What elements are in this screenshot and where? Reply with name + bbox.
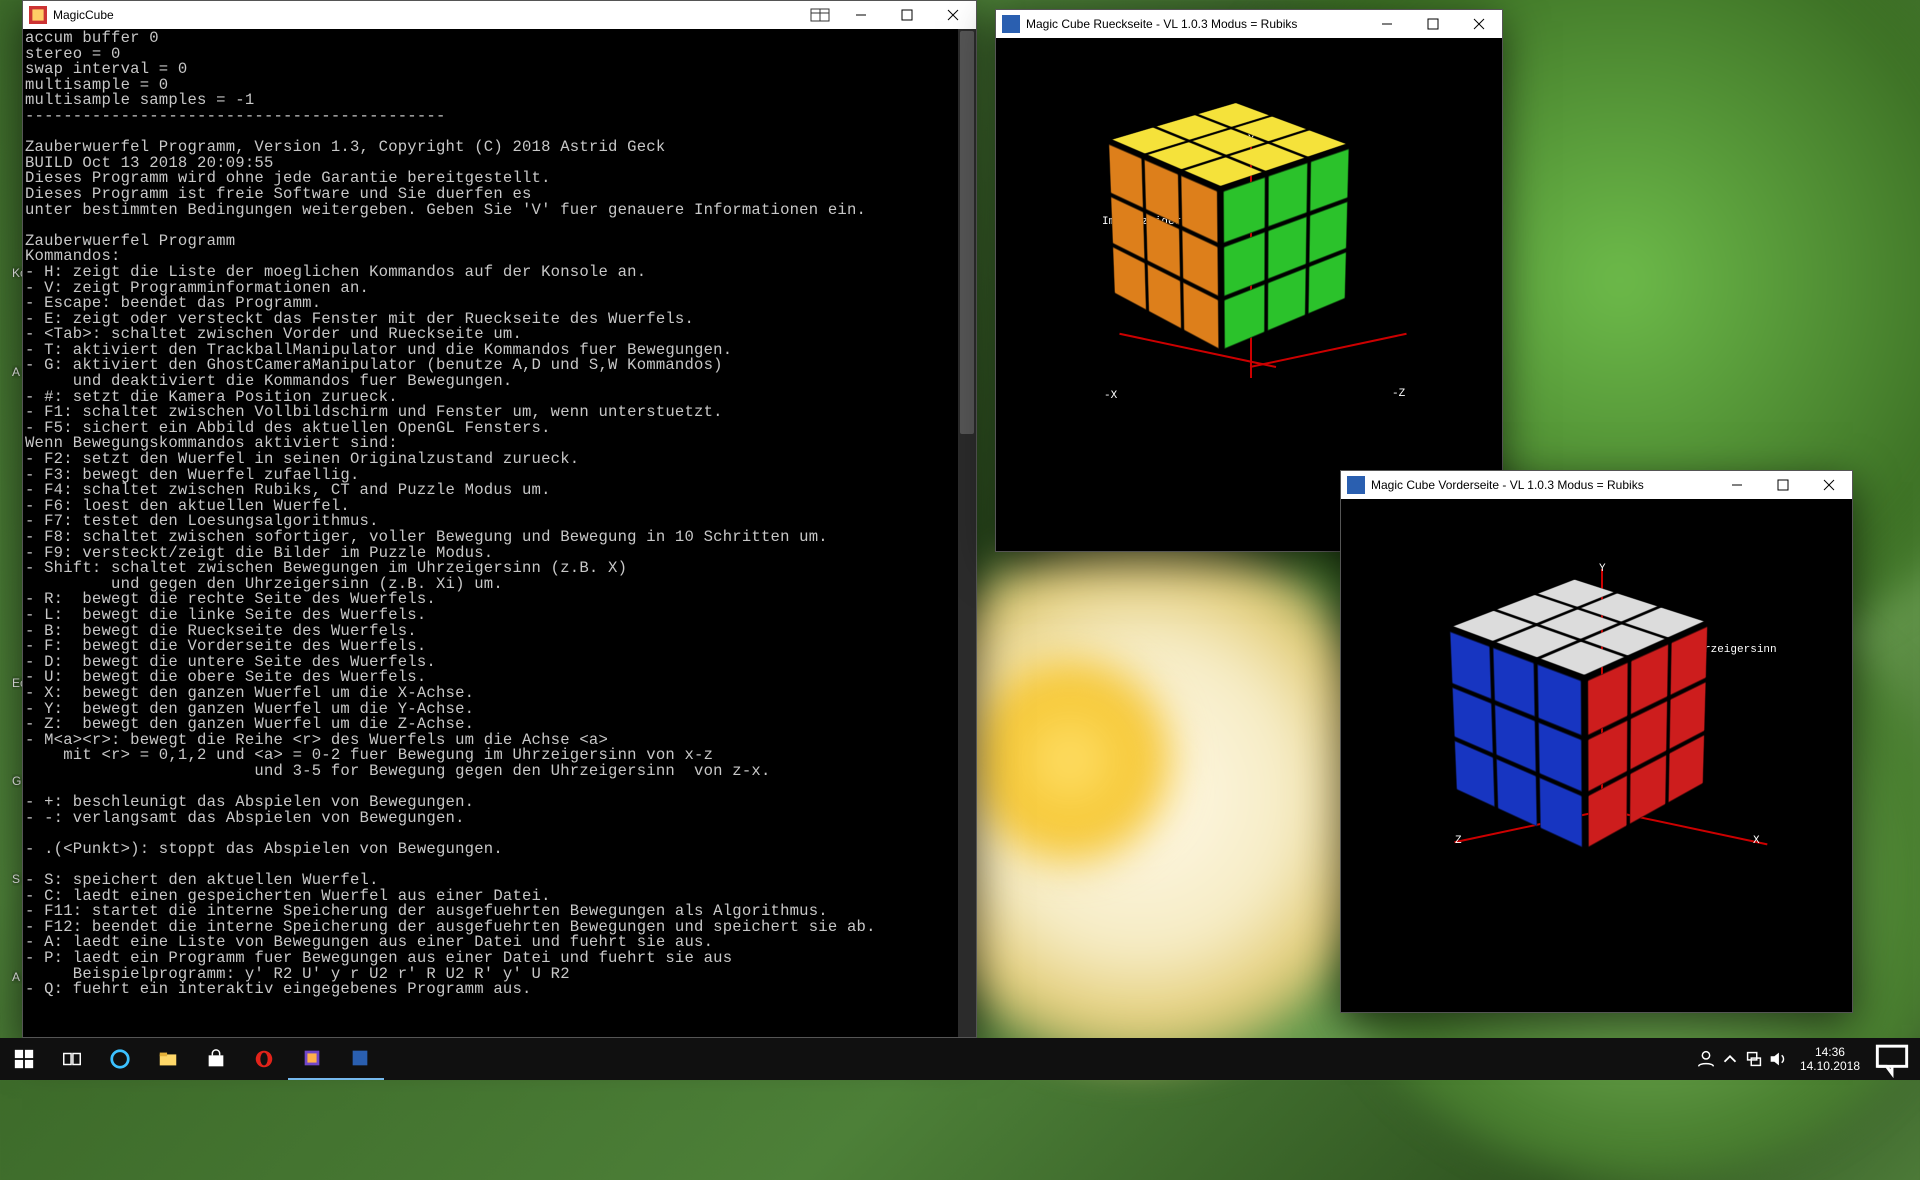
desktop-icon-label: A [12,970,22,984]
maximize-button[interactable] [1410,10,1456,38]
close-button[interactable] [1806,471,1852,499]
app-icon [1347,476,1365,494]
desktop-icon-label: Ko [12,266,22,280]
tray-volume-icon[interactable] [1766,1038,1790,1080]
axis-y-label: Y [1599,563,1606,575]
back-titlebar[interactable]: Magic Cube Rueckseite - VL 1.0.3 Modus =… [996,10,1502,38]
axis-z-label: Z [1455,835,1462,847]
console-output: accum buffer 0 stereo = 0 swap interval … [23,29,958,1000]
front-viewport[interactable]: Y X Z Im Uhrzeigersinn [1341,499,1852,1012]
action-center-button[interactable] [1870,1038,1914,1080]
taskbar-clock[interactable]: 14:36 14.10.2018 [1790,1045,1870,1073]
desktop-icon-label: S [12,872,22,886]
app-icon [1002,15,1020,33]
close-button[interactable] [1456,10,1502,38]
axis-x-label: -X [1104,390,1117,402]
minimize-button[interactable] [838,1,884,29]
maximize-button[interactable] [1760,471,1806,499]
cube-sticker [1267,268,1306,331]
taskbar-time: 14:36 [1800,1045,1860,1059]
tray-chevron-up-icon[interactable] [1718,1038,1742,1080]
taskbar-app-viewer[interactable] [336,1038,384,1080]
task-view-button[interactable] [48,1038,96,1080]
window-extra-button[interactable] [802,1,838,29]
taskbar-app-explorer[interactable] [144,1038,192,1080]
front-titlebar[interactable]: Magic Cube Vorderseite - VL 1.0.3 Modus … [1341,471,1852,499]
desktop-icon-label: G [12,774,22,788]
desktop-icon-label: Ecl [12,676,22,690]
close-button[interactable] [930,1,976,29]
axis-z-label: -Z [1392,388,1405,400]
console-window[interactable]: MagicCube accum buffer 0 stereo = 0 swap… [22,0,977,1038]
taskbar-app-edge[interactable] [96,1038,144,1080]
console-titlebar[interactable]: MagicCube [23,1,976,29]
minimize-button[interactable] [1364,10,1410,38]
maximize-button[interactable] [884,1,930,29]
console-title: MagicCube [53,8,114,22]
taskbar-date: 14.10.2018 [1800,1059,1860,1073]
console-scrollbar[interactable] [958,29,976,1037]
taskbar-app-magiccube[interactable] [288,1038,336,1080]
cube-front-window[interactable]: Magic Cube Vorderseite - VL 1.0.3 Modus … [1340,470,1853,1013]
tray-network-icon[interactable] [1742,1038,1766,1080]
back-title: Magic Cube Rueckseite - VL 1.0.3 Modus =… [1026,17,1297,31]
desktop-icon-label: A [12,365,22,379]
scrollbar-thumb[interactable] [960,31,974,434]
axis-x-label: X [1753,835,1760,847]
front-title: Magic Cube Vorderseite - VL 1.0.3 Modus … [1371,478,1644,492]
taskbar-app-opera[interactable] [240,1038,288,1080]
app-icon [29,6,47,24]
taskbar[interactable]: 14:36 14.10.2018 [0,1038,1920,1080]
taskbar-app-store[interactable] [192,1038,240,1080]
start-button[interactable] [0,1038,48,1080]
tray-people-icon[interactable] [1694,1038,1718,1080]
console-client: accum buffer 0 stereo = 0 swap interval … [23,29,958,1037]
minimize-button[interactable] [1714,471,1760,499]
cube-sticker [1308,252,1346,314]
